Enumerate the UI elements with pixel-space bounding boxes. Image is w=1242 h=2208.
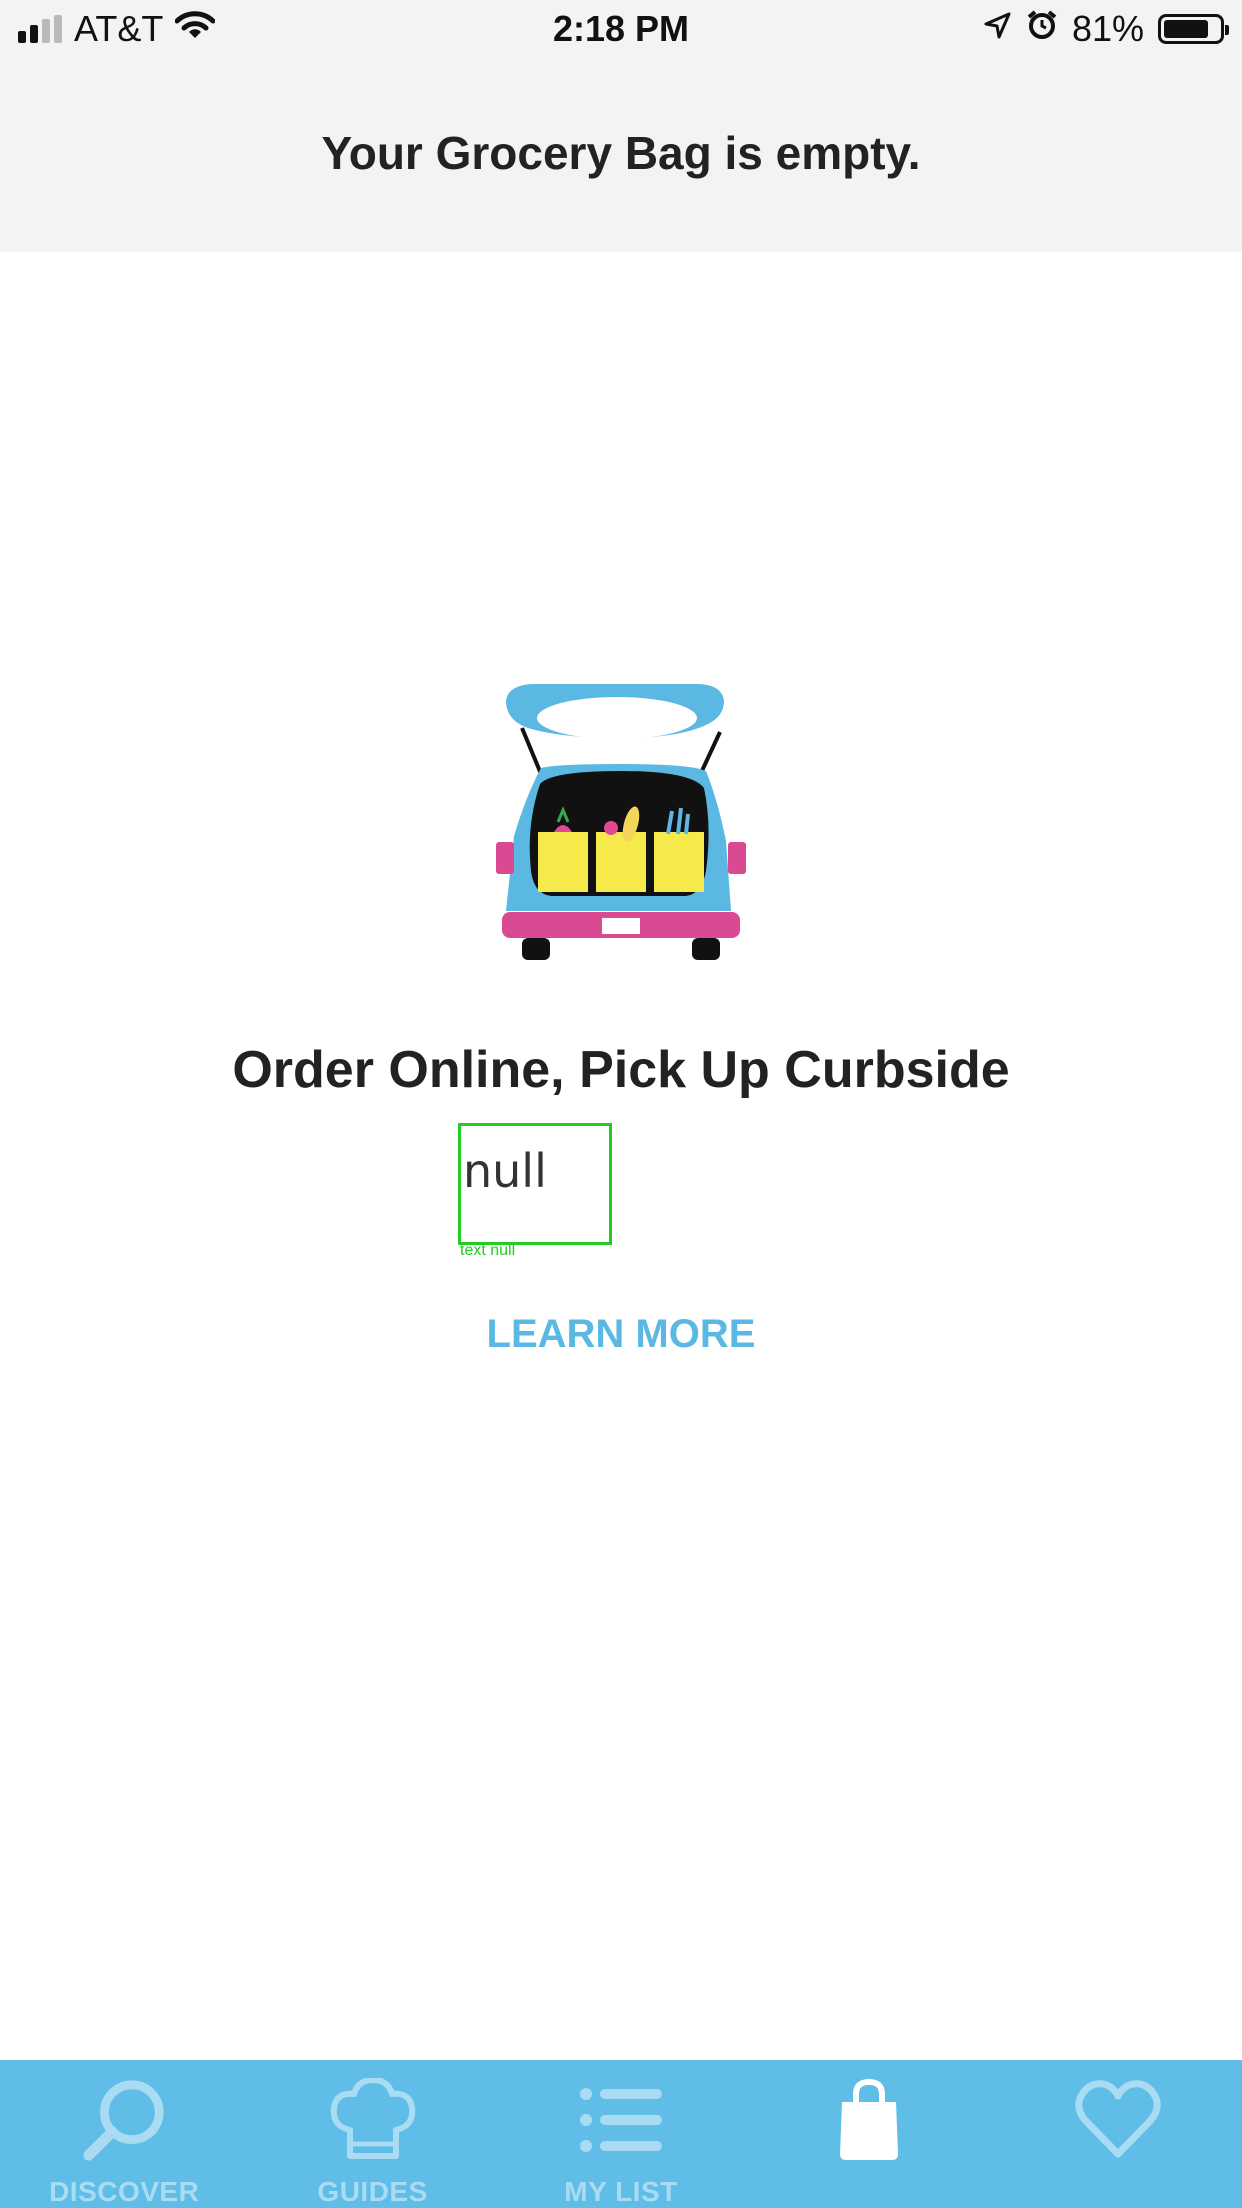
heart-icon: [1073, 2078, 1163, 2164]
chef-hat-icon: [328, 2078, 418, 2164]
tab-favorites[interactable]: [994, 2060, 1242, 2208]
car-trunk-grocery-bags-illustration: [496, 676, 746, 966]
alarm-icon: [1026, 8, 1058, 50]
curbside-headline: Order Online, Pick Up Curbside: [232, 1041, 1010, 1099]
tab-guides-label: GUIDES: [317, 2176, 428, 2207]
header: Your Grocery Bag is empty.: [0, 62, 1242, 252]
screen: AT&T 2:18 PM 81% Your Grocery Bag is emp…: [0, 0, 1242, 2208]
magnifier-icon: [79, 2078, 169, 2164]
description-caption: text null: [460, 1242, 516, 1259]
tab-bar: DISCOVER GUIDES MY LIST: [0, 2060, 1242, 2208]
battery-icon: [1158, 14, 1229, 44]
status-bar: AT&T 2:18 PM 81%: [0, 0, 1242, 62]
page-title: Your Grocery Bag is empty.: [321, 127, 921, 179]
tab-discover[interactable]: DISCOVER: [0, 2060, 248, 2208]
description-text: null: [463, 1144, 547, 1198]
bag-icon: [824, 2078, 914, 2164]
list-icon: [576, 2078, 666, 2164]
learn-more-link[interactable]: LEARN MORE: [0, 1312, 1242, 1357]
tab-my-list[interactable]: MY LIST: [497, 2060, 745, 2208]
description-placeholder: null: [458, 1123, 612, 1245]
battery-fill: [1164, 20, 1208, 38]
tab-my-list-label: MY LIST: [564, 2176, 678, 2207]
tab-discover-label: DISCOVER: [49, 2176, 200, 2207]
status-right: 81%: [982, 8, 1229, 50]
tab-grocery-bag[interactable]: [745, 2060, 993, 2208]
battery-percent: 81%: [1071, 8, 1144, 49]
location-arrow-icon: [982, 8, 1012, 50]
tab-guides[interactable]: GUIDES: [248, 2060, 496, 2208]
